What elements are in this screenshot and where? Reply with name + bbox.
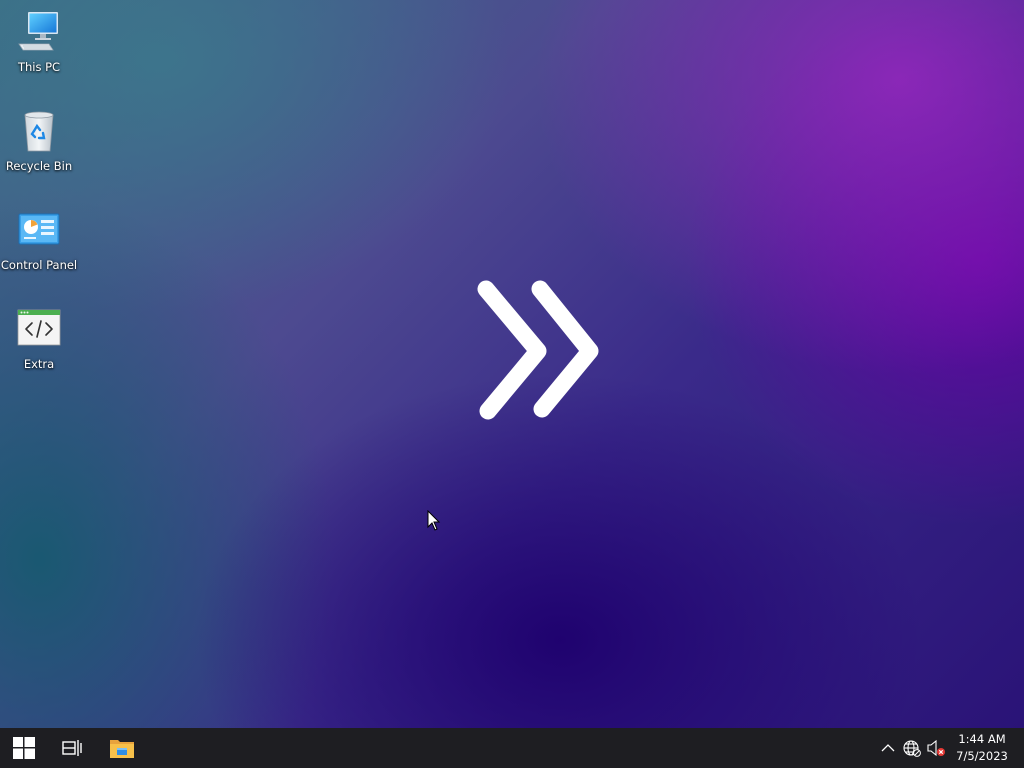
control-panel-icon <box>15 206 63 254</box>
taskbar-file-explorer[interactable] <box>98 728 146 768</box>
desktop[interactable]: This PC Recycle Bin Control Panel Extra <box>0 0 1024 728</box>
network-button[interactable] <box>902 738 922 758</box>
recycle-bin-icon <box>15 107 63 155</box>
code-window-icon <box>15 305 63 353</box>
double-chevron-right-icon <box>470 275 610 425</box>
file-explorer-icon <box>110 740 134 758</box>
mouse-cursor-icon <box>427 509 441 532</box>
desktop-icon-label: This PC <box>17 60 61 74</box>
desktop-icon-extra[interactable]: Extra <box>2 305 76 395</box>
show-hidden-icons-button[interactable] <box>878 738 898 758</box>
volume-button[interactable] <box>926 738 946 758</box>
this-pc-icon <box>15 8 63 56</box>
chevron-up-icon <box>881 744 895 752</box>
network-globe-icon <box>903 740 921 757</box>
windows-logo-icon <box>13 737 35 759</box>
taskbar: 1:44 AM 7/5/2023 <box>0 728 1024 768</box>
start-button[interactable] <box>0 728 48 768</box>
desktop-icon-this-pc[interactable]: This PC <box>2 8 76 98</box>
desktop-icon-label: Recycle Bin <box>5 159 73 173</box>
speaker-muted-icon <box>927 739 945 757</box>
desktop-icon-label: Extra <box>23 357 55 371</box>
clock-time: 1:44 AM <box>958 732 1006 746</box>
desktop-icon-control-panel[interactable]: Control Panel <box>0 206 78 296</box>
clock[interactable]: 1:44 AM 7/5/2023 <box>950 730 1014 766</box>
task-view-button[interactable] <box>48 728 96 768</box>
desktop-icon-recycle-bin[interactable]: Recycle Bin <box>2 107 76 197</box>
clock-date: 7/5/2023 <box>956 749 1008 763</box>
desktop-icon-label: Control Panel <box>0 258 78 272</box>
task-view-icon <box>62 740 82 756</box>
